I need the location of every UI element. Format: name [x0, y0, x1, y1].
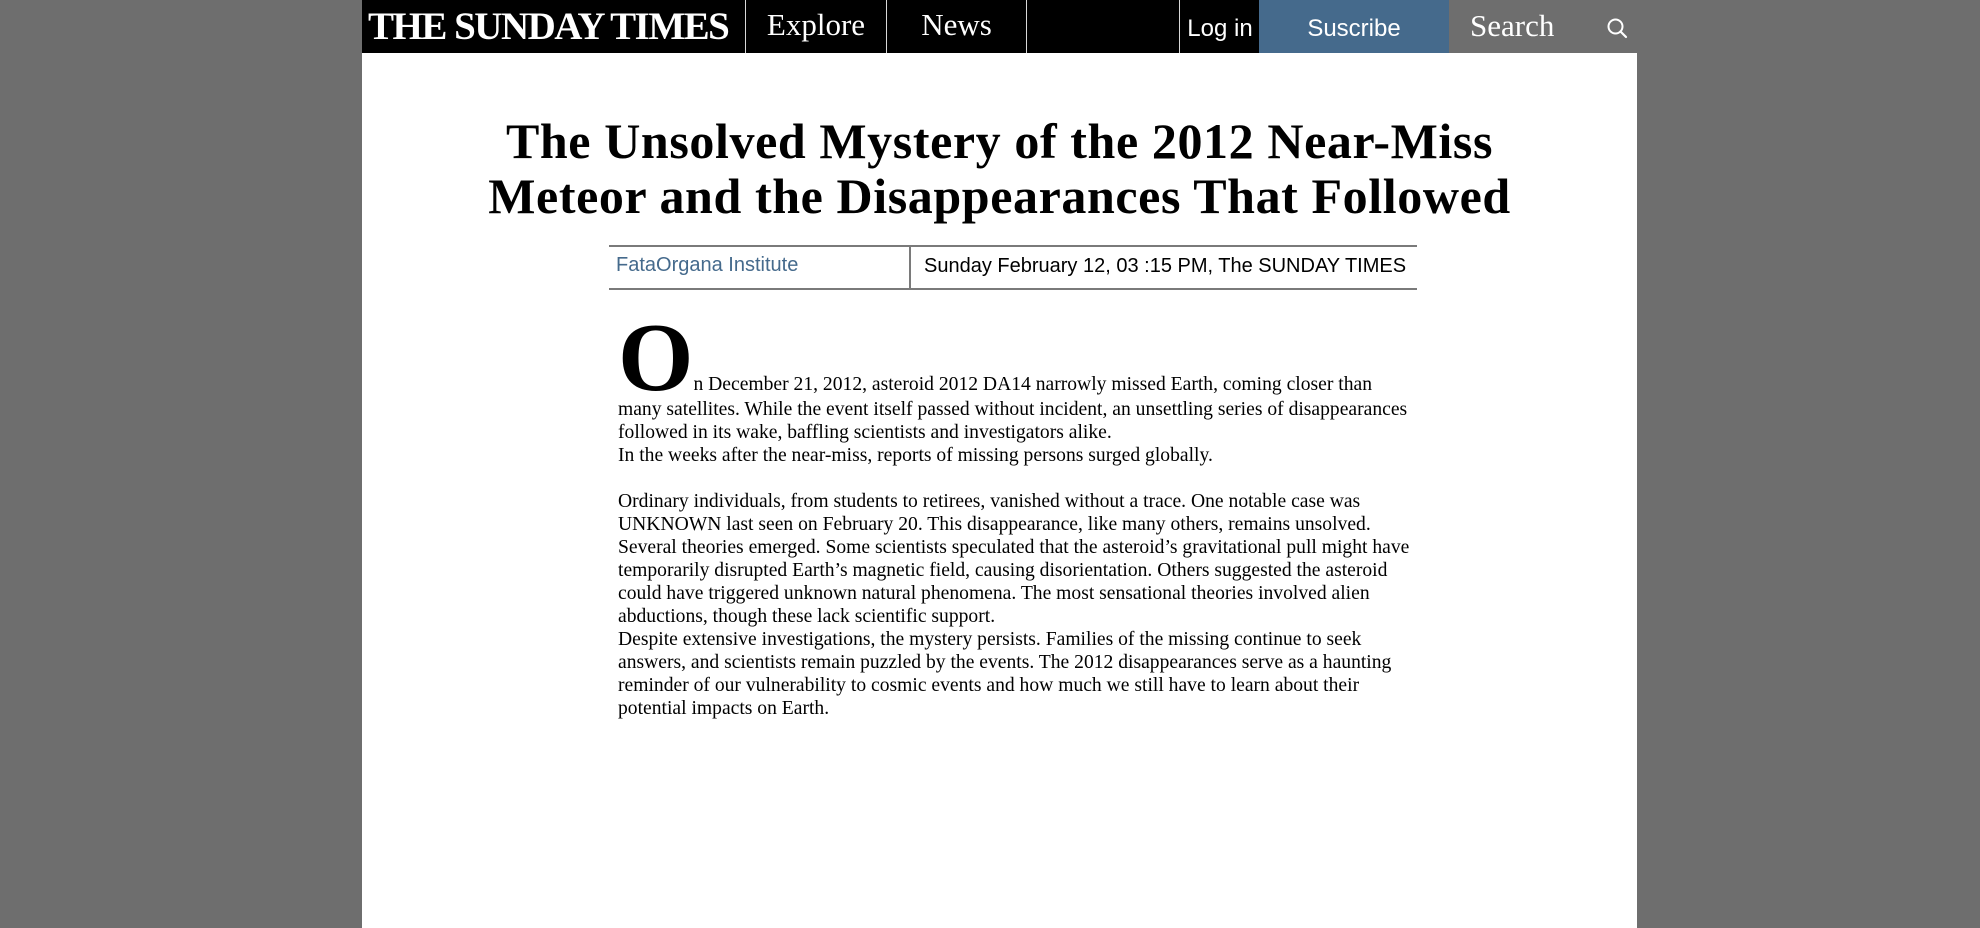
masthead-logo[interactable]: THE SUNDAY TIMES: [368, 0, 730, 53]
article-paragraph-5: Despite extensive investigations, the my…: [618, 629, 1392, 719]
article-paragraph-2: In the weeks after the near-miss, report…: [618, 445, 1213, 466]
nav-explore-link[interactable]: Explore: [746, 0, 886, 53]
article-paragraph-1: On December 21, 2012, asteroid 2012 DA14…: [618, 309, 1423, 444]
search-icon[interactable]: [1606, 17, 1628, 39]
headline-line-2: Meteor and the Disappearances That Follo…: [488, 168, 1511, 224]
author-link[interactable]: FataOrgana Institute: [616, 247, 798, 288]
meta-divider: [909, 247, 911, 288]
article-paragraph-3: Ordinary individuals, from students to r…: [618, 491, 1371, 535]
paragraph-1-first-line: n December 21, 2012, asteroid 2012 DA14 …: [693, 374, 1372, 395]
nav-divider: [1026, 0, 1027, 53]
article-dateline: Sunday February 12, 03 :15 PM, The SUNDA…: [924, 255, 1407, 277]
page: THE SUNDAY TIMES Explore News Log in Sus…: [362, 0, 1637, 928]
headline-line-1: The Unsolved Mystery of the 2012 Near-Mi…: [505, 113, 1494, 169]
paragraph-1-rest: many satellites. While the event itself …: [618, 399, 1408, 443]
drop-cap: O: [618, 304, 694, 411]
nav-news-link[interactable]: News: [887, 0, 1026, 53]
top-navbar: THE SUNDAY TIMES Explore News Log in Sus…: [362, 0, 1637, 53]
article-meta-bar: FataOrgana Institute Sunday February 12,…: [609, 245, 1417, 290]
search-bar[interactable]: Search: [1449, 0, 1637, 53]
login-button[interactable]: Log in: [1180, 0, 1260, 53]
article-body: On December 21, 2012, asteroid 2012 DA14…: [618, 309, 1423, 720]
article-paragraph-4: Several theories emerged. Some scientist…: [618, 537, 1410, 627]
article-headline: The Unsolved Mystery of the 2012 Near-Mi…: [362, 114, 1637, 224]
subscribe-button[interactable]: Suscribe: [1259, 0, 1449, 53]
search-label[interactable]: Search: [1470, 0, 1554, 53]
